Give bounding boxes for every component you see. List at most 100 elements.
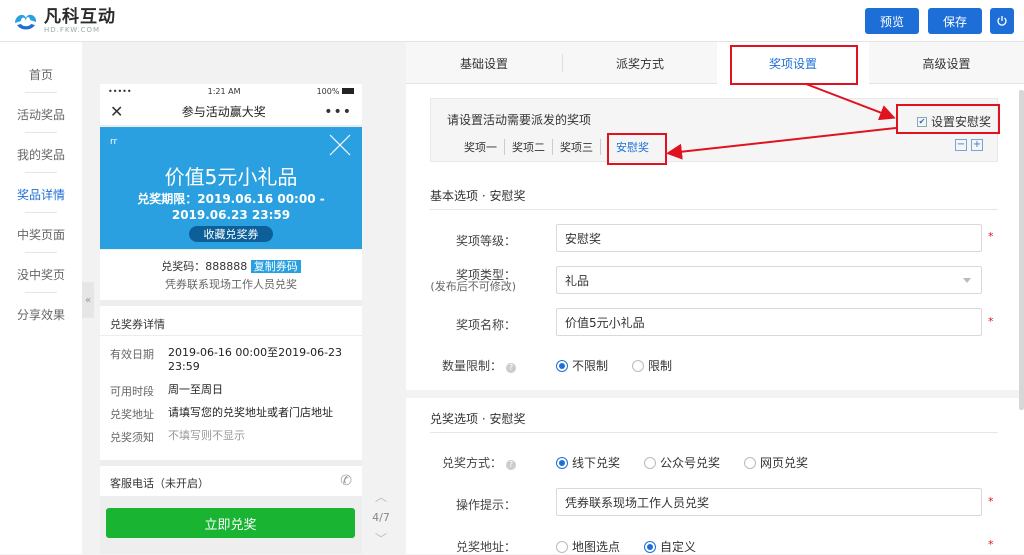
phone-icon[interactable]: ✆ [340,473,352,489]
detail-heading: 兑奖券详情 [100,306,362,336]
detail-row: 兑奖须知 不填写则不显示 [110,429,353,445]
radio-label: 地图选点 [572,540,621,554]
level-value: 安慰奖 [565,231,602,246]
nav-item-prize-detail[interactable]: 奖品详情 [0,186,82,203]
level-label: 奖项等级： [455,234,516,248]
code-box: 兑奖码：888888 复制券码 凭券联系现场工作人员兑奖 [100,250,362,300]
tip-input[interactable]: 凭券联系现场工作人员兑奖 [556,488,982,516]
detail-row: 有效日期 2019-06-16 00:00至2019-06-23 23:59 [110,346,353,374]
highlight-consolation-checkbox [896,104,1000,134]
radio-label: 网页兑奖 [760,456,809,470]
phone-status-bar: ••••• 1:21 AM 100% [100,84,362,98]
type-select[interactable]: 礼品 [556,266,982,294]
radio-icon [744,456,757,469]
detail-row: 可用时段 周一至周日 [110,383,353,399]
preview-pager: ︿ 4/7 ﹀ [366,488,396,547]
service-phone-label: 客服电话（未开启） [110,477,209,490]
top-bar: 凡科互动 HD.FKW.COM 预览 保存 [0,0,1024,42]
page-indicator: 4/7 [372,511,390,524]
address-label: 兑奖地址： [455,540,516,554]
brand-sub: HD.FKW.COM [44,26,101,34]
detail-row: 兑奖地址 请填写您的兑奖地址或者门店地址 [110,406,353,422]
copy-code-button[interactable]: 复制券码 [250,260,301,273]
tab-dispatch[interactable]: 派奖方式 [563,42,717,84]
method-radio-group: 线下兑奖 公众号兑奖 网页兑奖 [556,454,832,471]
phone-header: ✕ 参与活动赢大奖 ••• [100,98,362,126]
logo-mark-icon [15,14,37,30]
address-option-custom[interactable]: 自定义 [644,538,696,555]
redeem-now-button[interactable]: 立即兑奖 [106,508,355,538]
settings-tabs: 基础设置 派奖方式 奖项设置 高级设置 [406,42,1024,84]
radio-label: 不限制 [572,359,609,373]
power-button[interactable] [990,8,1014,34]
name-input[interactable]: 价值5元小礼品 [556,308,982,336]
code-label: 兑奖码： [161,260,206,273]
detail-value: 不填写则不显示 [168,429,245,442]
nav-item-home[interactable]: 首页 [0,66,82,83]
coupon-title: 价值5元小礼品 [164,165,298,189]
nav-divider [25,132,57,133]
nav-item-lose-page[interactable]: 没中奖页 [0,266,82,283]
service-phone-row: 客服电话（未开启） ✆ [100,466,362,496]
method-label: 兑奖方式：? [406,454,516,471]
award-tab-1[interactable]: 奖项一 [457,139,505,155]
panel-scrollbar[interactable] [1019,90,1024,410]
radio-selected-icon [644,540,657,553]
required-mark: * [988,495,994,508]
signal-indicator: ••••• [108,86,132,96]
address-option-map[interactable]: 地图选点 [556,538,620,555]
method-option-web[interactable]: 网页兑奖 [744,454,808,471]
code-note: 凭券联系现场工作人员兑奖 [165,278,297,291]
preview-button[interactable]: 预览 [865,8,919,34]
tab-advanced[interactable]: 高级设置 [869,42,1024,84]
page-up-icon[interactable]: ︿ [366,488,396,505]
radio-icon [556,540,568,553]
limit-radio-group: 不限制 限制 [556,357,696,374]
detail-label: 可用时段 [110,385,154,398]
add-award-icon[interactable]: + [971,139,983,151]
required-mark: * [988,538,994,551]
status-time: 1:21 AM [207,86,241,96]
method-option-offline[interactable]: 线下兑奖 [556,454,620,471]
award-tab-3[interactable]: 奖项三 [553,139,601,155]
award-tab-2[interactable]: 奖项二 [505,139,553,155]
tab-basic[interactable]: 基础设置 [406,42,562,84]
required-mark: * [988,315,994,328]
collect-coupon-button[interactable]: 收藏兑奖券 [189,226,273,242]
coupon-tag: rr [110,137,118,147]
page-down-icon[interactable]: ﹀ [366,530,396,547]
coupon-detail: 兑奖券详情 有效日期 2019-06-16 00:00至2019-06-23 2… [100,306,362,460]
level-input[interactable]: 安慰奖 [556,224,982,252]
more-icon[interactable]: ••• [324,104,352,120]
code-line: 兑奖码：888888 复制券码 [100,258,362,274]
nav-item-win-page[interactable]: 中奖页面 [0,226,82,243]
close-icon[interactable]: ✕ [110,102,123,121]
basic-section-title: 基本选项 · 安慰奖 [430,189,526,203]
limit-option-limited[interactable]: 限制 [632,357,672,374]
address-radio-group: 地图选点 自定义 [556,538,720,555]
save-button[interactable]: 保存 [928,8,982,34]
help-icon[interactable]: ? [506,460,516,470]
redeem-section-title: 兑奖选项 · 安慰奖 [430,412,526,426]
collapse-nav-button[interactable]: « [82,282,94,318]
method-option-wechat[interactable]: 公众号兑奖 [644,454,720,471]
nav-item-activity-prizes[interactable]: 活动奖品 [0,106,82,123]
nav-divider [25,92,57,93]
help-icon[interactable]: ? [506,363,516,373]
logo[interactable]: 凡科互动 HD.FKW.COM [12,8,116,34]
nav-divider [25,172,57,173]
nav-divider [25,252,57,253]
radio-selected-icon [556,456,568,469]
nav-item-share[interactable]: 分享效果 [0,306,82,323]
radio-icon [632,359,645,372]
limit-option-unlimited[interactable]: 不限制 [556,357,608,374]
nav-divider [25,292,57,293]
nav-divider [25,212,57,213]
remove-award-icon[interactable]: − [955,139,967,151]
highlight-consolation-tab [607,133,667,165]
name-label: 奖项名称： [455,318,516,332]
radio-label: 自定义 [660,540,697,554]
detail-value: 2019-06-16 00:00至2019-06-23 23:59 [168,346,343,373]
type-note: (发布后不可修改) [430,280,516,293]
nav-item-my-prizes[interactable]: 我的奖品 [0,146,82,163]
